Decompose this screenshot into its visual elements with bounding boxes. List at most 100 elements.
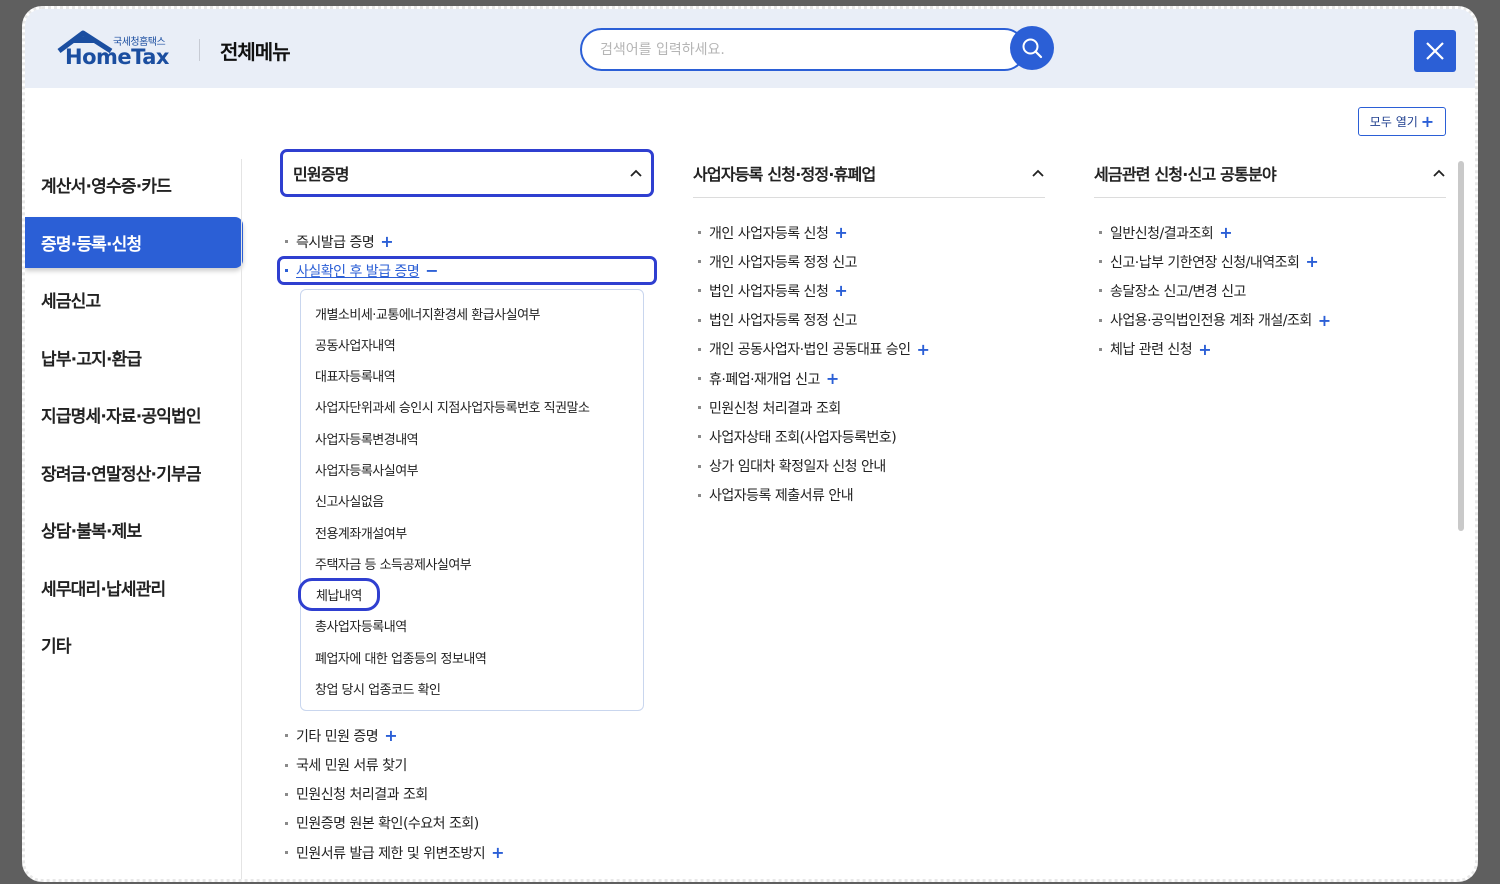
menu-item[interactable]: 법인 사업자등록 정정 신고	[693, 306, 1045, 335]
header-divider	[199, 39, 200, 61]
section-header-civil-certificate[interactable]: 민원증명	[280, 149, 654, 197]
menu-item-label: 사업용·공익법인전용 계좌 개설/조회	[1110, 313, 1312, 330]
menu-item[interactable]: 송달장소 신고/변경 신고	[1094, 276, 1446, 305]
hometax-logo[interactable]: 국세청홈택스 HomeTax	[55, 29, 180, 73]
sidebar-divider	[241, 159, 242, 879]
submenu-item[interactable]: 공동사업자내역	[301, 329, 643, 360]
sidebar-item-invoice[interactable]: 계산서·영수증·카드	[25, 159, 243, 210]
menu-item[interactable]: 기타 민원 증명 +	[280, 721, 654, 750]
menu-item[interactable]: 국세 민원 서류 찾기	[280, 750, 654, 779]
search-input[interactable]	[600, 39, 990, 61]
menu-item[interactable]: 사업용·공익법인전용 계좌 개설/조회 +	[1094, 306, 1446, 335]
sidebar-item-consulting[interactable]: 상담·불복·제보	[25, 504, 243, 555]
menu-item[interactable]: 신고·납부 기한연장 신청/내역조회 +	[1094, 247, 1446, 276]
plus-icon: +	[916, 339, 930, 359]
submenu-item[interactable]: 폐업자에 대한 업종등의 정보내역	[301, 642, 643, 673]
submenu-item[interactable]: 주택자금 등 소득공제사실여부	[301, 548, 643, 579]
menu-item[interactable]: 개인 사업자등록 신청 +	[693, 218, 1045, 247]
column-tax-common: 세금관련 신청·신고 공통분야 일반신청/결과조회 + 신고·납부 기한연장 신청…	[1094, 149, 1446, 364]
column-business-registration: 사업자등록 신청·정정·휴폐업 개인 사업자등록 신청 + 개인 사업자등록 정정…	[693, 149, 1045, 510]
section-divider	[1094, 197, 1446, 198]
submenu-item[interactable]: 총사업자등록내역	[301, 610, 643, 641]
search-button[interactable]	[1010, 26, 1054, 70]
plus-icon: +	[1198, 339, 1212, 359]
menu-item-label: 개인 사업자등록 정정 신고	[709, 254, 858, 271]
plus-icon: +	[491, 843, 505, 863]
plus-icon: +	[834, 223, 848, 243]
section-header-business-registration[interactable]: 사업자등록 신청·정정·휴폐업	[693, 149, 1045, 197]
submenu-item[interactable]: 전용계좌개설여부	[301, 516, 643, 547]
menu-item-label: 국세 민원 서류 찾기	[296, 758, 407, 775]
sidebar-item-label: 상담·불복·제보	[41, 522, 142, 542]
sidebar-item-agent[interactable]: 세무대리·납세관리	[25, 562, 243, 613]
section-header-tax-common[interactable]: 세금관련 신청·신고 공통분야	[1094, 149, 1446, 197]
menu-item-label: 개인 사업자등록 신청	[709, 225, 829, 242]
expand-all-label: 모두 열기	[1369, 115, 1418, 129]
plus-icon: +	[384, 726, 398, 746]
plus-icon: +	[1420, 111, 1435, 131]
sidebar-item-statements[interactable]: 지급명세·자료·공익법인	[25, 389, 243, 440]
menu-item-label: 송달장소 신고/변경 신고	[1110, 283, 1246, 300]
menu-item[interactable]: 민원신청 처리결과 조회	[280, 780, 654, 809]
menu-item-label: 민원신청 처리결과 조회	[296, 787, 428, 804]
menu-item[interactable]: 상가 임대차 확정일자 신청 안내	[693, 452, 1045, 481]
section-title: 세금관련 신청·신고 공통분야	[1094, 165, 1277, 184]
menu-item-label: 즉시발급 증명	[296, 234, 375, 251]
submenu-item[interactable]: 신고사실없음	[301, 485, 643, 516]
sidebar-item-label: 장려금·연말정산·기부금	[41, 464, 202, 485]
search-icon	[1022, 38, 1043, 59]
sidebar-item-tax-return[interactable]: 세금신고	[25, 274, 243, 325]
menu-item-expanded[interactable]: 사실확인 후 발급 증명 −	[277, 256, 657, 286]
submenu-item[interactable]: 대표자등록내역	[301, 360, 643, 391]
scrollbar[interactable]	[1458, 161, 1464, 531]
section-title: 사업자등록 신청·정정·휴폐업	[693, 165, 876, 184]
sidebar-item-payment[interactable]: 납부·고지·환급	[25, 332, 243, 383]
menu-item-label: 일반신청/결과조회	[1110, 225, 1214, 242]
close-icon	[1426, 42, 1444, 60]
menu-item-label: 신고·납부 기한연장 신청/내역조회	[1110, 254, 1300, 271]
menu-item-label: 기타 민원 증명	[296, 728, 379, 745]
plus-icon: +	[834, 281, 848, 301]
logo-wordmark: HomeTax	[65, 45, 169, 69]
menu-item-label: 개인 공동사업자·법인 공동대표 승인	[709, 342, 911, 359]
menu-item[interactable]: 민원신청 처리결과 조회	[693, 393, 1045, 422]
menu-item[interactable]: 민원증명 원본 확인(수요처 조회)	[280, 809, 654, 838]
menu-item[interactable]: 민원서류 발급 제한 및 위변조방지 +	[280, 838, 654, 867]
submenu-item-arrears[interactable]: 체납내역	[298, 578, 643, 612]
menu-item-label: 사업자상태 조회(사업자등록번호)	[709, 429, 897, 446]
menu-item[interactable]: 체납 관련 신청 +	[1094, 335, 1446, 364]
plus-icon: +	[380, 232, 394, 252]
menu-item[interactable]: 사업자상태 조회(사업자등록번호)	[693, 422, 1045, 451]
menu-item[interactable]: 일반신청/결과조회 +	[1094, 218, 1446, 247]
sidebar-item-certificate[interactable]: 증명·등록·신청	[25, 216, 243, 268]
sidebar-item-label: 기타	[41, 637, 71, 657]
sidebar-item-label: 지급명세·자료·공익법인	[41, 407, 202, 427]
sidebar-item-etc[interactable]: 기타	[25, 619, 243, 670]
submenu-item[interactable]: 창업 당시 업종코드 확인	[301, 673, 643, 704]
menu-item-label: 사업자등록 제출서류 안내	[709, 488, 854, 505]
plus-icon: +	[1219, 223, 1233, 243]
menu-item[interactable]: 즉시발급 증명 +	[280, 227, 654, 256]
menu-item-label: 민원신청 처리결과 조회	[709, 400, 841, 417]
sidebar-item-incentive[interactable]: 장려금·연말정산·기부금	[25, 447, 243, 498]
menu-item[interactable]: 사업자등록 제출서류 안내	[693, 481, 1045, 510]
plus-icon: +	[1305, 252, 1319, 272]
submenu-item[interactable]: 사업자등록변경내역	[301, 423, 643, 454]
submenu-item[interactable]: 개별소비세·교통에너지환경세 환급사실여부	[301, 297, 643, 328]
menu-item[interactable]: 개인 공동사업자·법인 공동대표 승인 +	[693, 335, 1045, 364]
menu-item-label: 법인 사업자등록 신청	[709, 283, 829, 300]
menu-item[interactable]: 휴·폐업·재개업 신고 +	[693, 364, 1045, 393]
expand-all-button[interactable]: 모두 열기 +	[1358, 107, 1446, 136]
chevron-up-icon	[1433, 169, 1445, 177]
header: 국세청홈택스 HomeTax 전체메뉴	[25, 9, 1475, 88]
menu-item[interactable]: 개인 사업자등록 정정 신고	[693, 247, 1045, 276]
submenu-item[interactable]: 사업자등록사실여부	[301, 454, 643, 485]
menu-item[interactable]: 법인 사업자등록 신청 +	[693, 276, 1045, 305]
submenu-item[interactable]: 사업자단위과세 승인시 지점사업자등록번호 직권말소	[301, 391, 643, 422]
chevron-up-icon	[1032, 169, 1044, 177]
chevron-up-icon	[630, 169, 642, 177]
submenu-list: 개별소비세·교통에너지환경세 환급사실여부 공동사업자내역 대표자등록내역 사업…	[298, 289, 644, 712]
close-button[interactable]	[1414, 30, 1456, 72]
search-box	[580, 28, 1026, 71]
menu-item-label: 민원서류 발급 제한 및 위변조방지	[296, 845, 486, 862]
